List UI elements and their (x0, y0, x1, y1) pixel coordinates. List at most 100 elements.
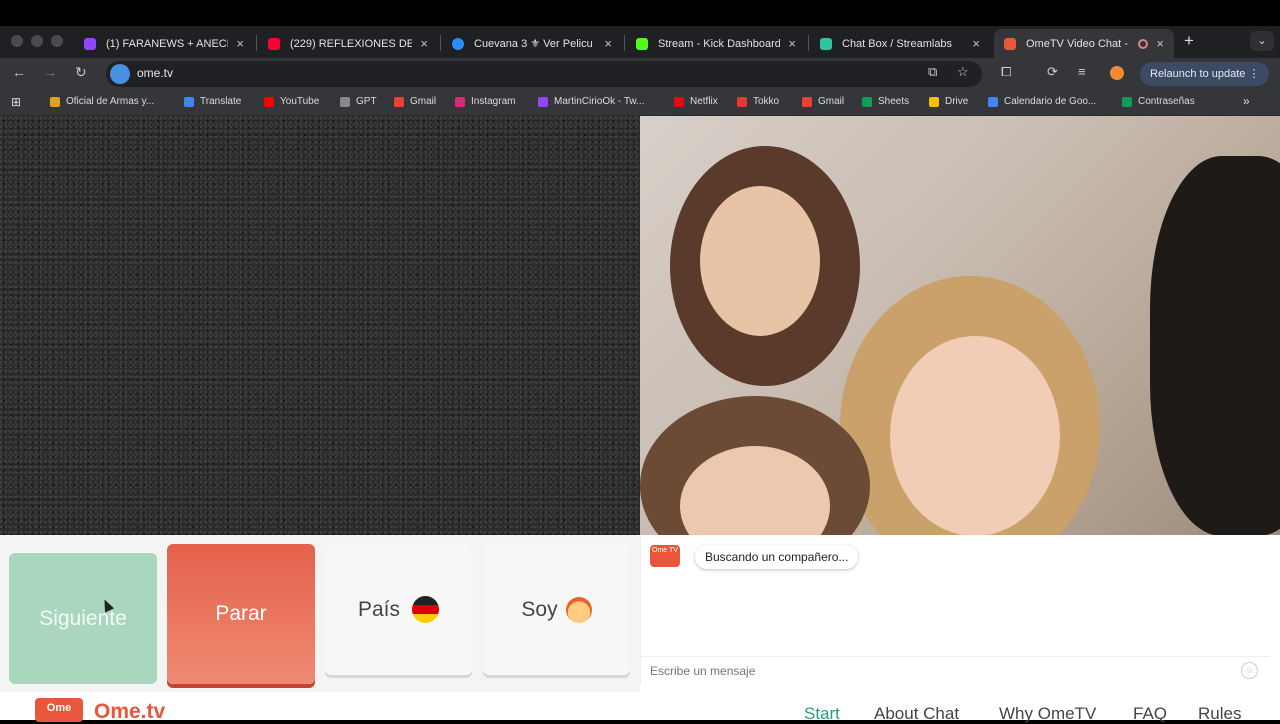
bookmark-favicon-icon (340, 96, 350, 107)
partner-face-figure (890, 336, 1060, 535)
nav-start-link[interactable]: Start (804, 704, 840, 724)
bookmark-label: Instagram (471, 96, 516, 107)
bookmark-item[interactable]: GPT (340, 96, 377, 107)
kick-favicon-icon (636, 37, 648, 50)
window-zoom-dot[interactable] (51, 35, 63, 47)
media-controls-icon[interactable]: ≡ (1078, 64, 1086, 79)
window-close-dot[interactable] (11, 35, 23, 47)
close-tab-icon[interactable]: × (604, 36, 612, 51)
gender-label: Soy (521, 597, 558, 621)
bookmark-item[interactable]: Tokko (737, 96, 779, 107)
url-text[interactable]: ome.tv (137, 66, 173, 80)
bookmark-favicon-icon (538, 96, 548, 107)
stop-label: Parar (215, 602, 267, 625)
chat-input-divider (640, 656, 1270, 657)
nav-rules-link[interactable]: Rules (1198, 704, 1241, 724)
bookmark-favicon-icon (737, 96, 747, 107)
install-app-icon[interactable]: ⧉ (928, 64, 937, 80)
bookmark-label: Gmail (410, 96, 437, 107)
tab-kick-dashboard[interactable]: Stream - Kick Dashboard × (626, 29, 806, 58)
address-bar[interactable] (106, 61, 982, 87)
bookmark-label: GPT (356, 96, 377, 107)
nav-faq-link[interactable]: FAQ (1133, 704, 1167, 724)
gender-button[interactable]: Soy (483, 544, 630, 675)
extensions-icon[interactable]: ⧠ (1001, 64, 1011, 80)
partner-face-figure (700, 186, 820, 336)
emoji-smile-icon[interactable]: ☺ (1241, 662, 1258, 679)
screen-top-bar (0, 0, 1280, 26)
bookmark-item[interactable]: Translate (184, 96, 241, 107)
close-tab-icon[interactable]: × (1156, 36, 1164, 51)
bookmark-label: Tokko (753, 96, 780, 107)
tab-search-chevron-icon[interactable]: ⌄ (1250, 31, 1274, 51)
tab-divider (256, 35, 257, 51)
country-button[interactable]: País (325, 544, 472, 675)
nav-why-ometv-link[interactable]: Why OmeTV (999, 704, 1096, 724)
cuevana-favicon-icon (452, 37, 464, 50)
tab-divider (808, 35, 809, 51)
tab-reflexiones[interactable]: (229) REFLEXIONES DE × (258, 29, 438, 58)
country-label: País (357, 597, 401, 621)
bookmark-item[interactable]: Drive (929, 96, 968, 107)
apps-grid-icon[interactable]: ⊞ (11, 95, 21, 109)
bookmark-item[interactable]: Contraseñas (1122, 96, 1195, 107)
tab-streamlabs[interactable]: Chat Box / Streamlabs × (810, 29, 990, 58)
bookmark-label: YouTube (280, 96, 320, 107)
ometv-logo[interactable]: Ome (35, 698, 83, 722)
tab-divider (624, 35, 625, 51)
next-label: Siguiente (39, 606, 127, 630)
bookmark-favicon-icon (929, 96, 939, 107)
twitch-favicon-icon (84, 37, 96, 50)
tab-title: OmeTV Video Chat - (1026, 37, 1128, 50)
woman-emoji-icon (565, 596, 592, 623)
chat-message-input[interactable] (650, 662, 1230, 680)
forward-arrow-icon[interactable]: → (43, 64, 57, 80)
recording-icon (1138, 38, 1149, 49)
tab-title: (229) REFLEXIONES DE (290, 37, 413, 50)
ometv-favicon-icon (1004, 37, 1016, 50)
profile-avatar[interactable] (1110, 66, 1124, 80)
ometv-brand[interactable]: Ome.tv (94, 700, 165, 724)
relaunch-button[interactable]: Relaunch to update ⋮ (1140, 62, 1270, 86)
partner-person-figure (1150, 156, 1280, 535)
bookmark-star-icon[interactable]: ☆ (957, 64, 969, 80)
bookmark-item[interactable]: Gmail (394, 96, 436, 107)
reload-icon[interactable]: ↻ (75, 64, 87, 81)
bookmark-label: Calendario de Goo... (1004, 96, 1097, 107)
tab-cuevana[interactable]: Cuevana 3 ⚜ Ver Pelicu × (442, 29, 622, 58)
bookmark-item[interactable]: YouTube (264, 96, 319, 107)
tab-ometv[interactable]: OmeTV Video Chat - × (994, 29, 1174, 58)
bookmark-item[interactable]: Oficial de Armas y... (50, 96, 154, 107)
new-tab-button[interactable]: + (1184, 31, 1194, 51)
nav-about-chat-link[interactable]: About Chat (874, 704, 959, 724)
sync-icon[interactable]: ⟳ (1047, 64, 1058, 80)
stop-button[interactable]: Parar (167, 544, 315, 684)
bookmark-favicon-icon (184, 96, 194, 107)
partner-video (640, 116, 1280, 535)
bookmark-item[interactable]: Instagram (455, 96, 515, 107)
tab-title: Stream - Kick Dashboard (658, 37, 781, 50)
more-bookmarks-icon[interactable]: » (1243, 94, 1250, 108)
bookmark-favicon-icon (988, 96, 998, 107)
close-tab-icon[interactable]: × (972, 36, 980, 51)
site-info-icon[interactable] (110, 64, 130, 84)
bookmark-item[interactable]: Calendario de Goo... (988, 96, 1096, 107)
next-button[interactable]: Siguiente (9, 553, 157, 684)
bookmark-item[interactable]: Sheets (862, 96, 909, 107)
bookmark-label: Sheets (878, 96, 910, 107)
close-tab-icon[interactable]: × (236, 36, 244, 51)
tab-faranews[interactable]: (1) FARANEWS + ANECD × (74, 29, 254, 58)
bookmark-item[interactable]: Gmail (802, 96, 844, 107)
bookmark-item[interactable]: MartinCirioOk - Tw... (538, 96, 644, 107)
bookmark-label: Contraseñas (1138, 96, 1195, 107)
bookmark-item[interactable]: Netflix (674, 96, 718, 107)
bookmark-favicon-icon (1122, 96, 1132, 107)
bookmark-label: Oficial de Armas y... (66, 96, 155, 107)
ometv-chat-logo: Ome TV (650, 545, 680, 567)
window-minimize-dot[interactable] (31, 35, 43, 47)
tab-title: Chat Box / Streamlabs (842, 37, 953, 50)
back-arrow-icon[interactable]: ← (12, 64, 26, 80)
tab-title: (1) FARANEWS + ANECD (106, 37, 229, 50)
close-tab-icon[interactable]: × (420, 36, 428, 51)
close-tab-icon[interactable]: × (788, 36, 796, 51)
